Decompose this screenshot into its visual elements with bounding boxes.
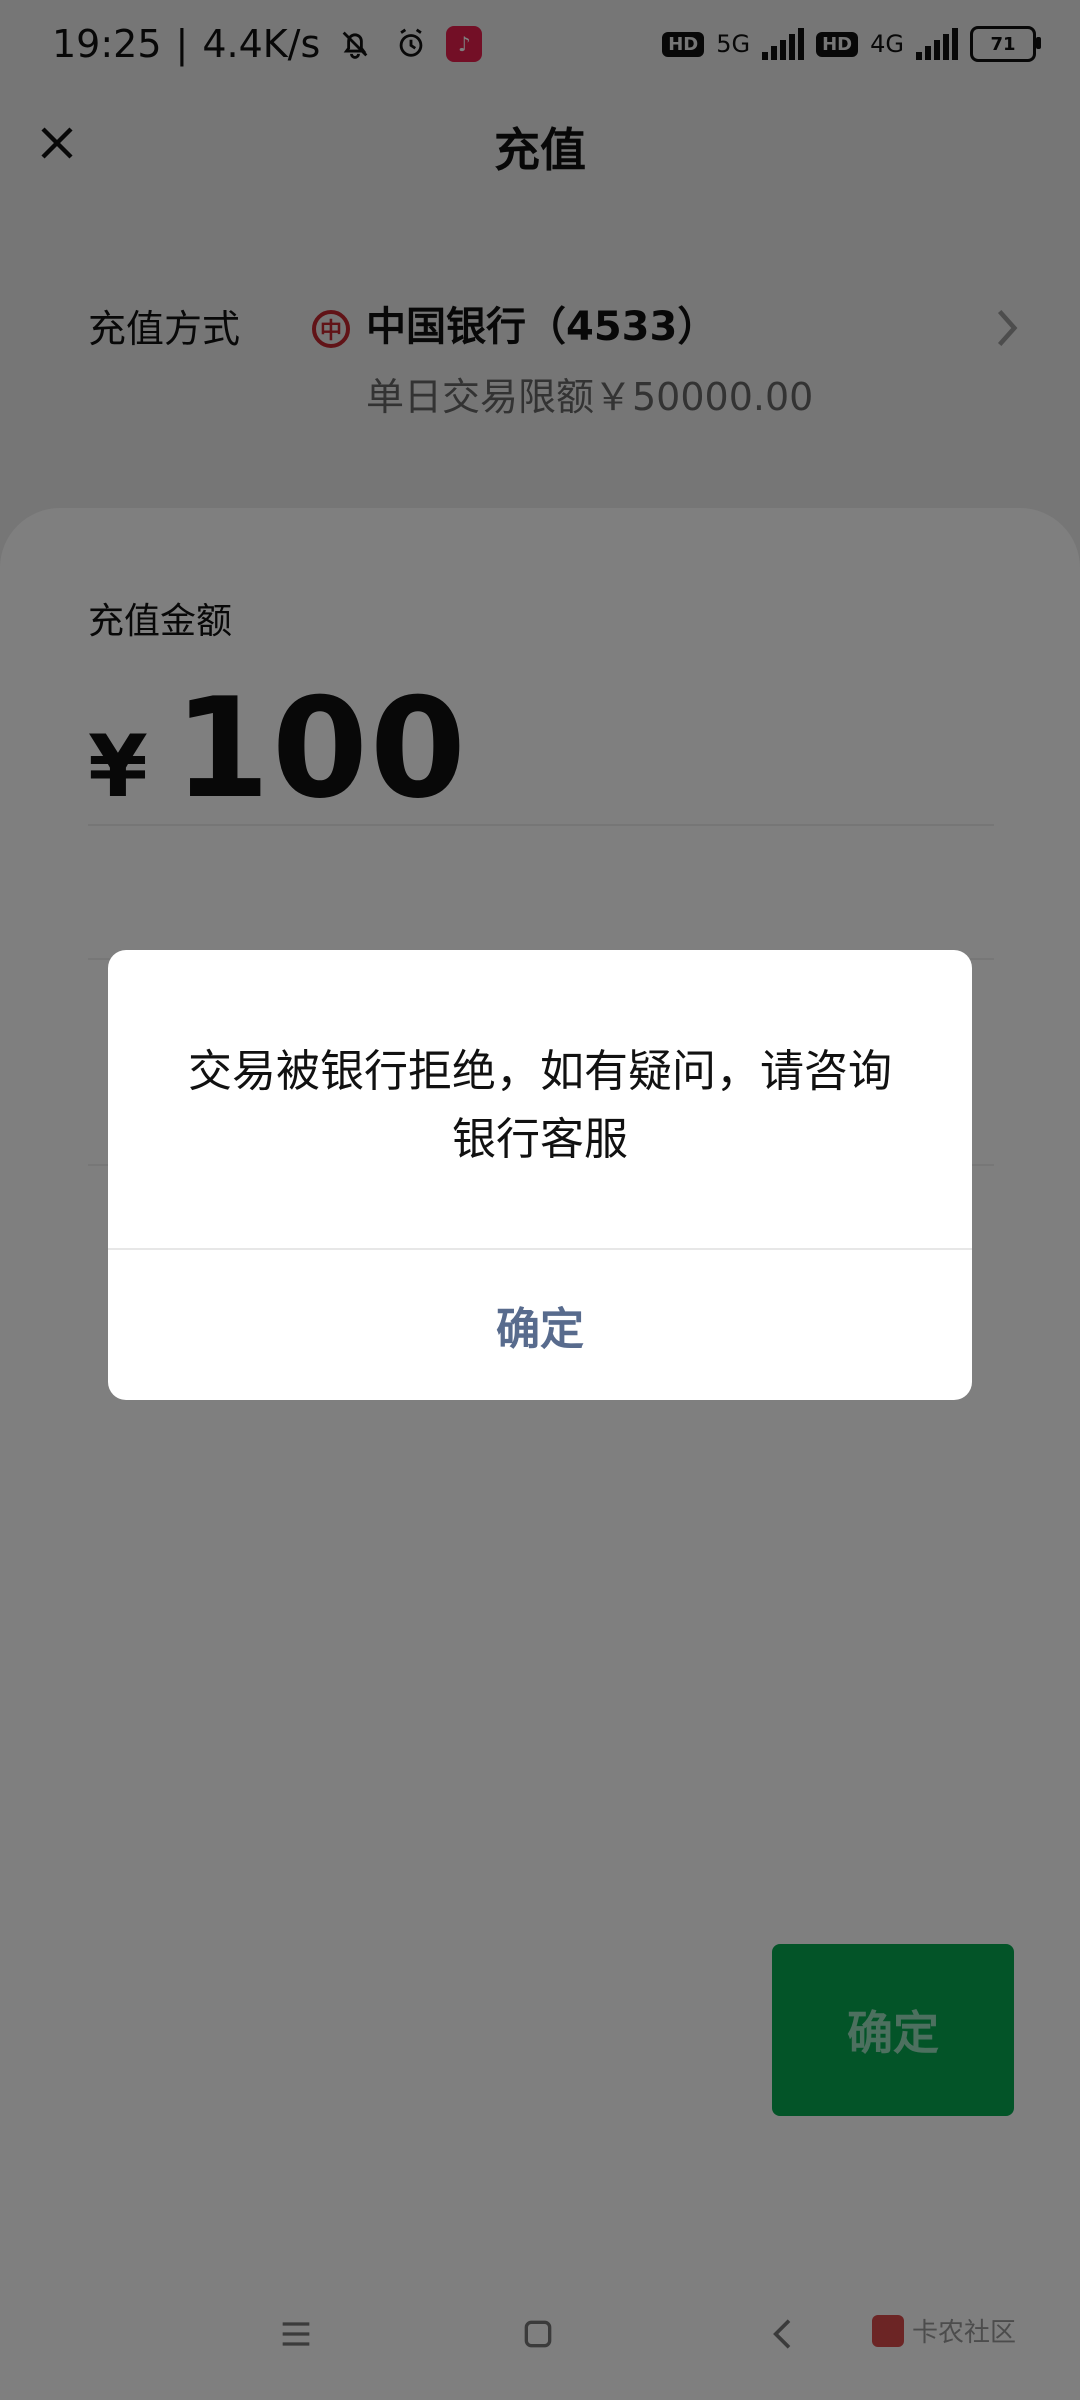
dialog-message: 交易被银行拒绝，如有疑问，请咨询银行客服: [188, 1046, 892, 1165]
dialog-confirm-button[interactable]: 确定: [108, 1250, 972, 1400]
error-dialog: 交易被银行拒绝，如有疑问，请咨询银行客服 确定: [108, 950, 972, 1400]
